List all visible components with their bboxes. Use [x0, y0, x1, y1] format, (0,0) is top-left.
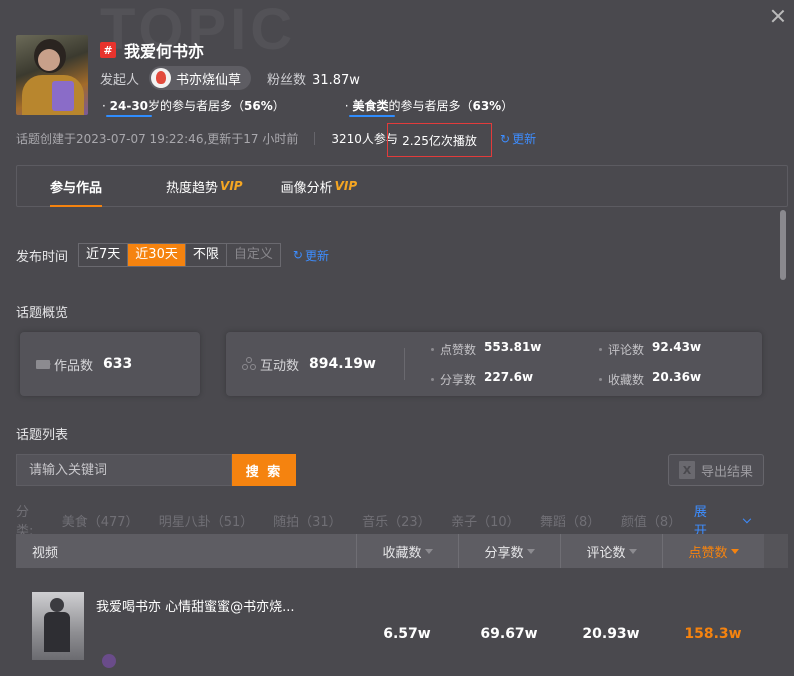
play-count: 2.25亿次播放 [387, 123, 492, 157]
works-card: 作品数 633 [20, 332, 200, 396]
category-music[interactable]: 音乐（23） [362, 511, 431, 530]
search-button[interactable]: 搜 索 [232, 454, 296, 486]
topic-title: 我爱何书亦 [124, 42, 205, 61]
initiator-chip[interactable]: 书亦烧仙草 [149, 66, 252, 90]
date-range-segments: 近7天 近30天 不限 自定义 [78, 243, 281, 267]
row-favs: 6.57w [383, 626, 431, 642]
sort-icon [526, 548, 535, 554]
works-value: 633 [103, 356, 133, 372]
author-avatar[interactable] [102, 654, 116, 668]
col-likes-sort[interactable]: 点赞数 [662, 534, 764, 568]
audience-tags: · 24-30岁的参与者居多（56%） · 美食类的参与者居多（63%） [102, 97, 513, 117]
interaction-card: 互动数 894.19w 点赞数 553.81w 评论数 92.43w 分享数 227.… [226, 332, 762, 396]
row-comments: 20.93w [582, 626, 640, 642]
date-refresh-button[interactable]: ↻ 更新 [293, 247, 329, 264]
sort-icon [424, 548, 433, 554]
topic-cover-image [16, 35, 88, 115]
date-filter: 发布时间 近7天 近30天 不限 自定义 ↻ 更新 [16, 243, 329, 267]
tab-trend[interactable]: 热度趋势 VIP [166, 166, 243, 206]
tab-bar: 参与作品 热度趋势 VIP 画像分析 VIP [16, 165, 788, 207]
date-option-30d[interactable]: 近30天 [128, 244, 186, 266]
initiator-label: 发起人 [100, 72, 140, 88]
created-time: 话题创建于2023-07-07 19:22:46,更新于17 小时前 [16, 132, 299, 146]
fans-value: 31.87w [312, 72, 360, 88]
col-favs-sort[interactable]: 收藏数 [356, 534, 458, 568]
category-parenting[interactable]: 亲子（10） [451, 511, 520, 530]
col-video: 视频 [32, 545, 59, 561]
sort-icon [628, 548, 637, 554]
col-shares-sort[interactable]: 分享数 [458, 534, 560, 568]
vip-badge: VIP [220, 179, 243, 193]
category-looks[interactable]: 颜值（8） [621, 511, 681, 530]
close-icon[interactable] [770, 8, 786, 24]
scrollbar-thumb[interactable] [780, 210, 786, 280]
date-filter-label: 发布时间 [16, 249, 69, 265]
fans-count: 粉丝数 31.87w [267, 69, 360, 88]
list-heading: 话题列表 [16, 428, 69, 443]
interaction-breakdown: 点赞数 553.81w 评论数 92.43w 分享数 227.6w 收藏数 20.36w [430, 340, 719, 388]
video-thumbnail[interactable] [32, 592, 84, 660]
refresh-icon: ↻ [500, 131, 511, 146]
chevron-down-icon [742, 514, 752, 523]
date-option-7d[interactable]: 近7天 [79, 244, 129, 266]
tab-works[interactable]: 参与作品 [50, 166, 103, 207]
date-option-all[interactable]: 不限 [186, 244, 227, 266]
overview-heading: 话题概览 [16, 306, 69, 321]
row-shares: 69.67w [480, 626, 538, 642]
interaction-value: 894.19w [309, 356, 376, 372]
initiator-name: 书亦烧仙草 [176, 72, 242, 88]
favs-label: 收藏数 [607, 373, 644, 387]
table-header: 视频 收藏数 分享数 评论数 点赞数 [16, 534, 764, 568]
topic-title-row: # 我爱何书亦 [100, 38, 204, 62]
shares-value: 227.6w [484, 370, 534, 384]
export-button[interactable]: X 导出结果 [668, 454, 764, 486]
refresh-button[interactable]: ↻ 更新 [500, 130, 536, 147]
comments-value: 92.43w [652, 340, 702, 354]
initiator-avatar [151, 68, 172, 88]
sort-icon [730, 548, 739, 554]
age-tag: · 24-30岁的参与者居多（56%） [102, 97, 285, 117]
category-food[interactable]: 美食（477） [62, 511, 139, 530]
interaction-label: 互动数 [260, 358, 300, 374]
row-likes: 158.3w [684, 626, 742, 642]
hashtag-icon: # [100, 42, 116, 58]
refresh-icon: ↻ [292, 248, 303, 262]
category-dance[interactable]: 舞蹈（8） [540, 511, 600, 530]
search-input[interactable] [16, 454, 232, 486]
likes-value: 553.81w [484, 340, 542, 354]
category-celebrity[interactable]: 明星八卦（51） [159, 511, 254, 530]
fans-label: 粉丝数 [267, 72, 307, 88]
excel-icon: X [678, 461, 695, 479]
table-row[interactable]: 我爱喝书亦 心情甜蜜蜜@书亦烧... 6.57w 69.67w 20.93w 1… [16, 568, 764, 668]
favs-value: 20.36w [652, 370, 702, 384]
topic-meta-row: 话题创建于2023-07-07 19:22:46,更新于17 小时前 3210人… [16, 130, 398, 147]
comments-label: 评论数 [607, 343, 644, 357]
interaction-icon [242, 357, 256, 371]
category-snapshot[interactable]: 随拍（31） [273, 511, 342, 530]
works-label: 作品数 [54, 358, 94, 374]
video-title[interactable]: 我爱喝书亦 心情甜蜜蜜@书亦烧... [96, 596, 326, 615]
date-option-custom[interactable]: 自定义 [227, 244, 280, 266]
col-comments-sort[interactable]: 评论数 [560, 534, 662, 568]
tab-portrait[interactable]: 画像分析 VIP [281, 166, 358, 206]
initiator-row: 发起人 书亦烧仙草 粉丝数 31.87w [100, 66, 360, 90]
shares-label: 分享数 [439, 373, 476, 387]
video-icon [36, 359, 51, 369]
vip-badge: VIP [334, 179, 358, 193]
category-tag: · 美食类的参与者居多（63%） [345, 97, 513, 117]
likes-label: 点赞数 [439, 343, 476, 357]
